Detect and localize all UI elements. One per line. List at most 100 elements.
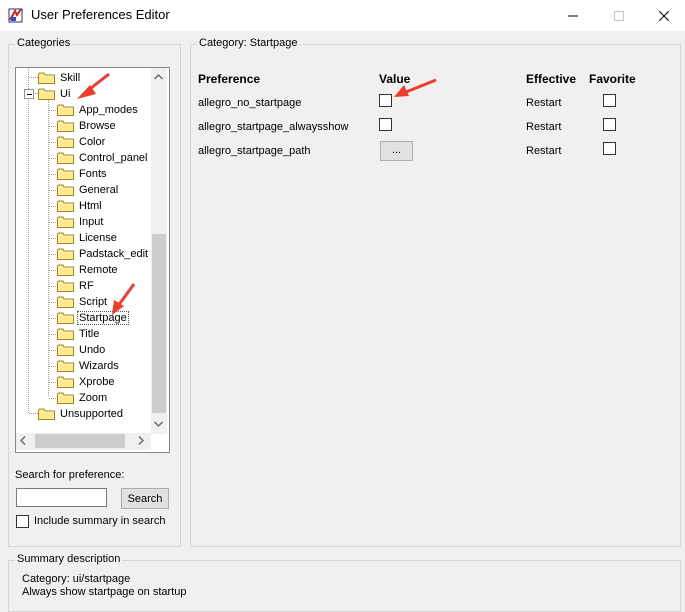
close-icon [659, 10, 669, 21]
tree-item-label: Control_panel [79, 152, 148, 164]
include-summary-checkbox[interactable] [16, 515, 29, 528]
tree-item-browse[interactable]: Browse [57, 118, 117, 134]
summary-group-label: Summary description [15, 553, 123, 565]
tree-item-label: Html [79, 200, 102, 212]
folder-icon [57, 344, 74, 356]
tree-item-label: Input [79, 216, 104, 228]
annotation-arrow-ui [77, 72, 110, 99]
folder-icon [38, 408, 55, 420]
folder-icon [57, 296, 74, 308]
favorite-column-header: Favorite [589, 72, 636, 86]
tree-item-label: Script [79, 296, 108, 308]
value-checkbox-allegro-no-startpage[interactable] [379, 94, 392, 107]
window-title: User Preferences Editor [31, 7, 170, 22]
tree-item-label: Title [79, 328, 100, 340]
scroll-left-arrow-icon[interactable] [20, 436, 26, 447]
tree-item-control-panel[interactable]: Control_panel [57, 150, 149, 166]
tree-item-label: Fonts [79, 168, 107, 180]
tree-item-label: Padstack_edit [79, 248, 149, 260]
tree-horizontal-scroll-thumb[interactable] [35, 434, 125, 448]
folder-icon [57, 216, 74, 228]
folder-icon [57, 360, 74, 372]
tree-item-wizards[interactable]: Wizards [57, 358, 120, 374]
app-icon [8, 7, 24, 23]
favorite-checkbox-allegro-startpage-path[interactable] [603, 142, 616, 155]
include-summary-label: Include summary in search [34, 515, 166, 527]
tree-item-general[interactable]: General [57, 182, 119, 198]
folder-icon [57, 376, 74, 388]
maximize-button[interactable] [596, 0, 642, 31]
pref-name-allegro-no-startpage: allegro_no_startpage [198, 97, 302, 109]
tree-item-label: License [79, 232, 117, 244]
tree-item-padstack-edit[interactable]: Padstack_edit [57, 246, 149, 262]
folder-icon [57, 168, 74, 180]
tree-item-script[interactable]: Script [57, 294, 108, 310]
tree-item-remote[interactable]: Remote [57, 262, 119, 278]
tree-item-label: App_modes [79, 104, 138, 116]
tree-item-rf[interactable]: RF [57, 278, 95, 294]
tree-item-color[interactable]: Color [57, 134, 106, 150]
browse-path-button[interactable]: ... [380, 141, 413, 161]
tree-item-label: Unsupported [60, 408, 123, 420]
tree-vertical-scroll-thumb[interactable] [152, 234, 166, 413]
tree-item-ui[interactable]: Ui [38, 86, 71, 102]
tree-item-unsupported[interactable]: Unsupported [38, 406, 124, 422]
favorite-checkbox-allegro-no-startpage[interactable] [603, 94, 616, 107]
effective-allegro-startpage-path: Restart [526, 145, 562, 157]
summary-category: Category: ui/startpage [22, 573, 131, 585]
collapse-icon[interactable] [24, 89, 34, 99]
tree-item-title[interactable]: Title [57, 326, 100, 342]
tree-item-xprobe[interactable]: Xprobe [57, 374, 115, 390]
tree-item-label: General [79, 184, 119, 196]
tree-item-label: Undo [79, 344, 106, 356]
folder-icon [57, 152, 74, 164]
categories-group-label: Categories [15, 37, 73, 49]
preference-column-header: Preference [198, 72, 261, 86]
folder-icon [57, 328, 74, 340]
folder-icon [57, 120, 74, 132]
preferences-group-label: Category: Startpage [197, 37, 300, 49]
tree-item-html[interactable]: Html [57, 198, 103, 214]
search-button[interactable]: Search [121, 488, 169, 509]
folder-icon [57, 232, 74, 244]
folder-icon [57, 248, 74, 260]
tree-item-app-modes[interactable]: App_modes [57, 102, 139, 118]
tree-item-input[interactable]: Input [57, 214, 104, 230]
tree-item-license[interactable]: License [57, 230, 118, 246]
folder-icon [57, 280, 74, 292]
scroll-down-arrow-icon[interactable] [154, 419, 163, 429]
pref-name-allegro-startpage-alwaysshow: allegro_startpage_alwaysshow [198, 121, 349, 133]
annotation-arrow-value-checkbox [394, 78, 437, 97]
minimize-button[interactable] [550, 0, 596, 31]
search-label: Search for preference: [15, 469, 125, 481]
tree-item-label: Browse [79, 120, 116, 132]
folder-icon [38, 72, 55, 84]
annotation-arrow-startpage [112, 283, 136, 315]
scroll-right-arrow-icon[interactable] [138, 436, 144, 447]
summary-description: Always show startpage on startup [22, 586, 187, 598]
value-checkbox-allegro-startpage-alwaysshow[interactable] [379, 118, 392, 131]
tree-item-zoom[interactable]: Zoom [57, 390, 108, 406]
folder-icon [57, 264, 74, 276]
folder-icon [57, 184, 74, 196]
tree-item-undo[interactable]: Undo [57, 342, 106, 358]
favorite-checkbox-allegro-startpage-alwaysshow[interactable] [603, 118, 616, 131]
scroll-up-arrow-icon[interactable] [154, 72, 163, 82]
minimize-icon [568, 15, 578, 16]
tree-item-label: RF [79, 280, 94, 292]
effective-column-header: Effective [526, 72, 577, 86]
tree-item-label: Remote [79, 264, 118, 276]
folder-icon [57, 200, 74, 212]
effective-allegro-startpage-alwaysshow: Restart [526, 121, 562, 133]
effective-allegro-no-startpage: Restart [526, 97, 562, 109]
search-input[interactable] [16, 488, 107, 507]
maximize-icon [614, 10, 624, 21]
close-button[interactable] [641, 0, 685, 31]
folder-icon [57, 136, 74, 148]
category-tree[interactable]: Skill Ui App_modes Browse Color Control_panel… [15, 67, 170, 453]
title-bar: User Preferences Editor [0, 0, 685, 31]
folder-icon [57, 312, 74, 324]
folder-icon [38, 88, 55, 100]
tree-item-label: Color [79, 136, 106, 148]
tree-item-fonts[interactable]: Fonts [57, 166, 108, 182]
